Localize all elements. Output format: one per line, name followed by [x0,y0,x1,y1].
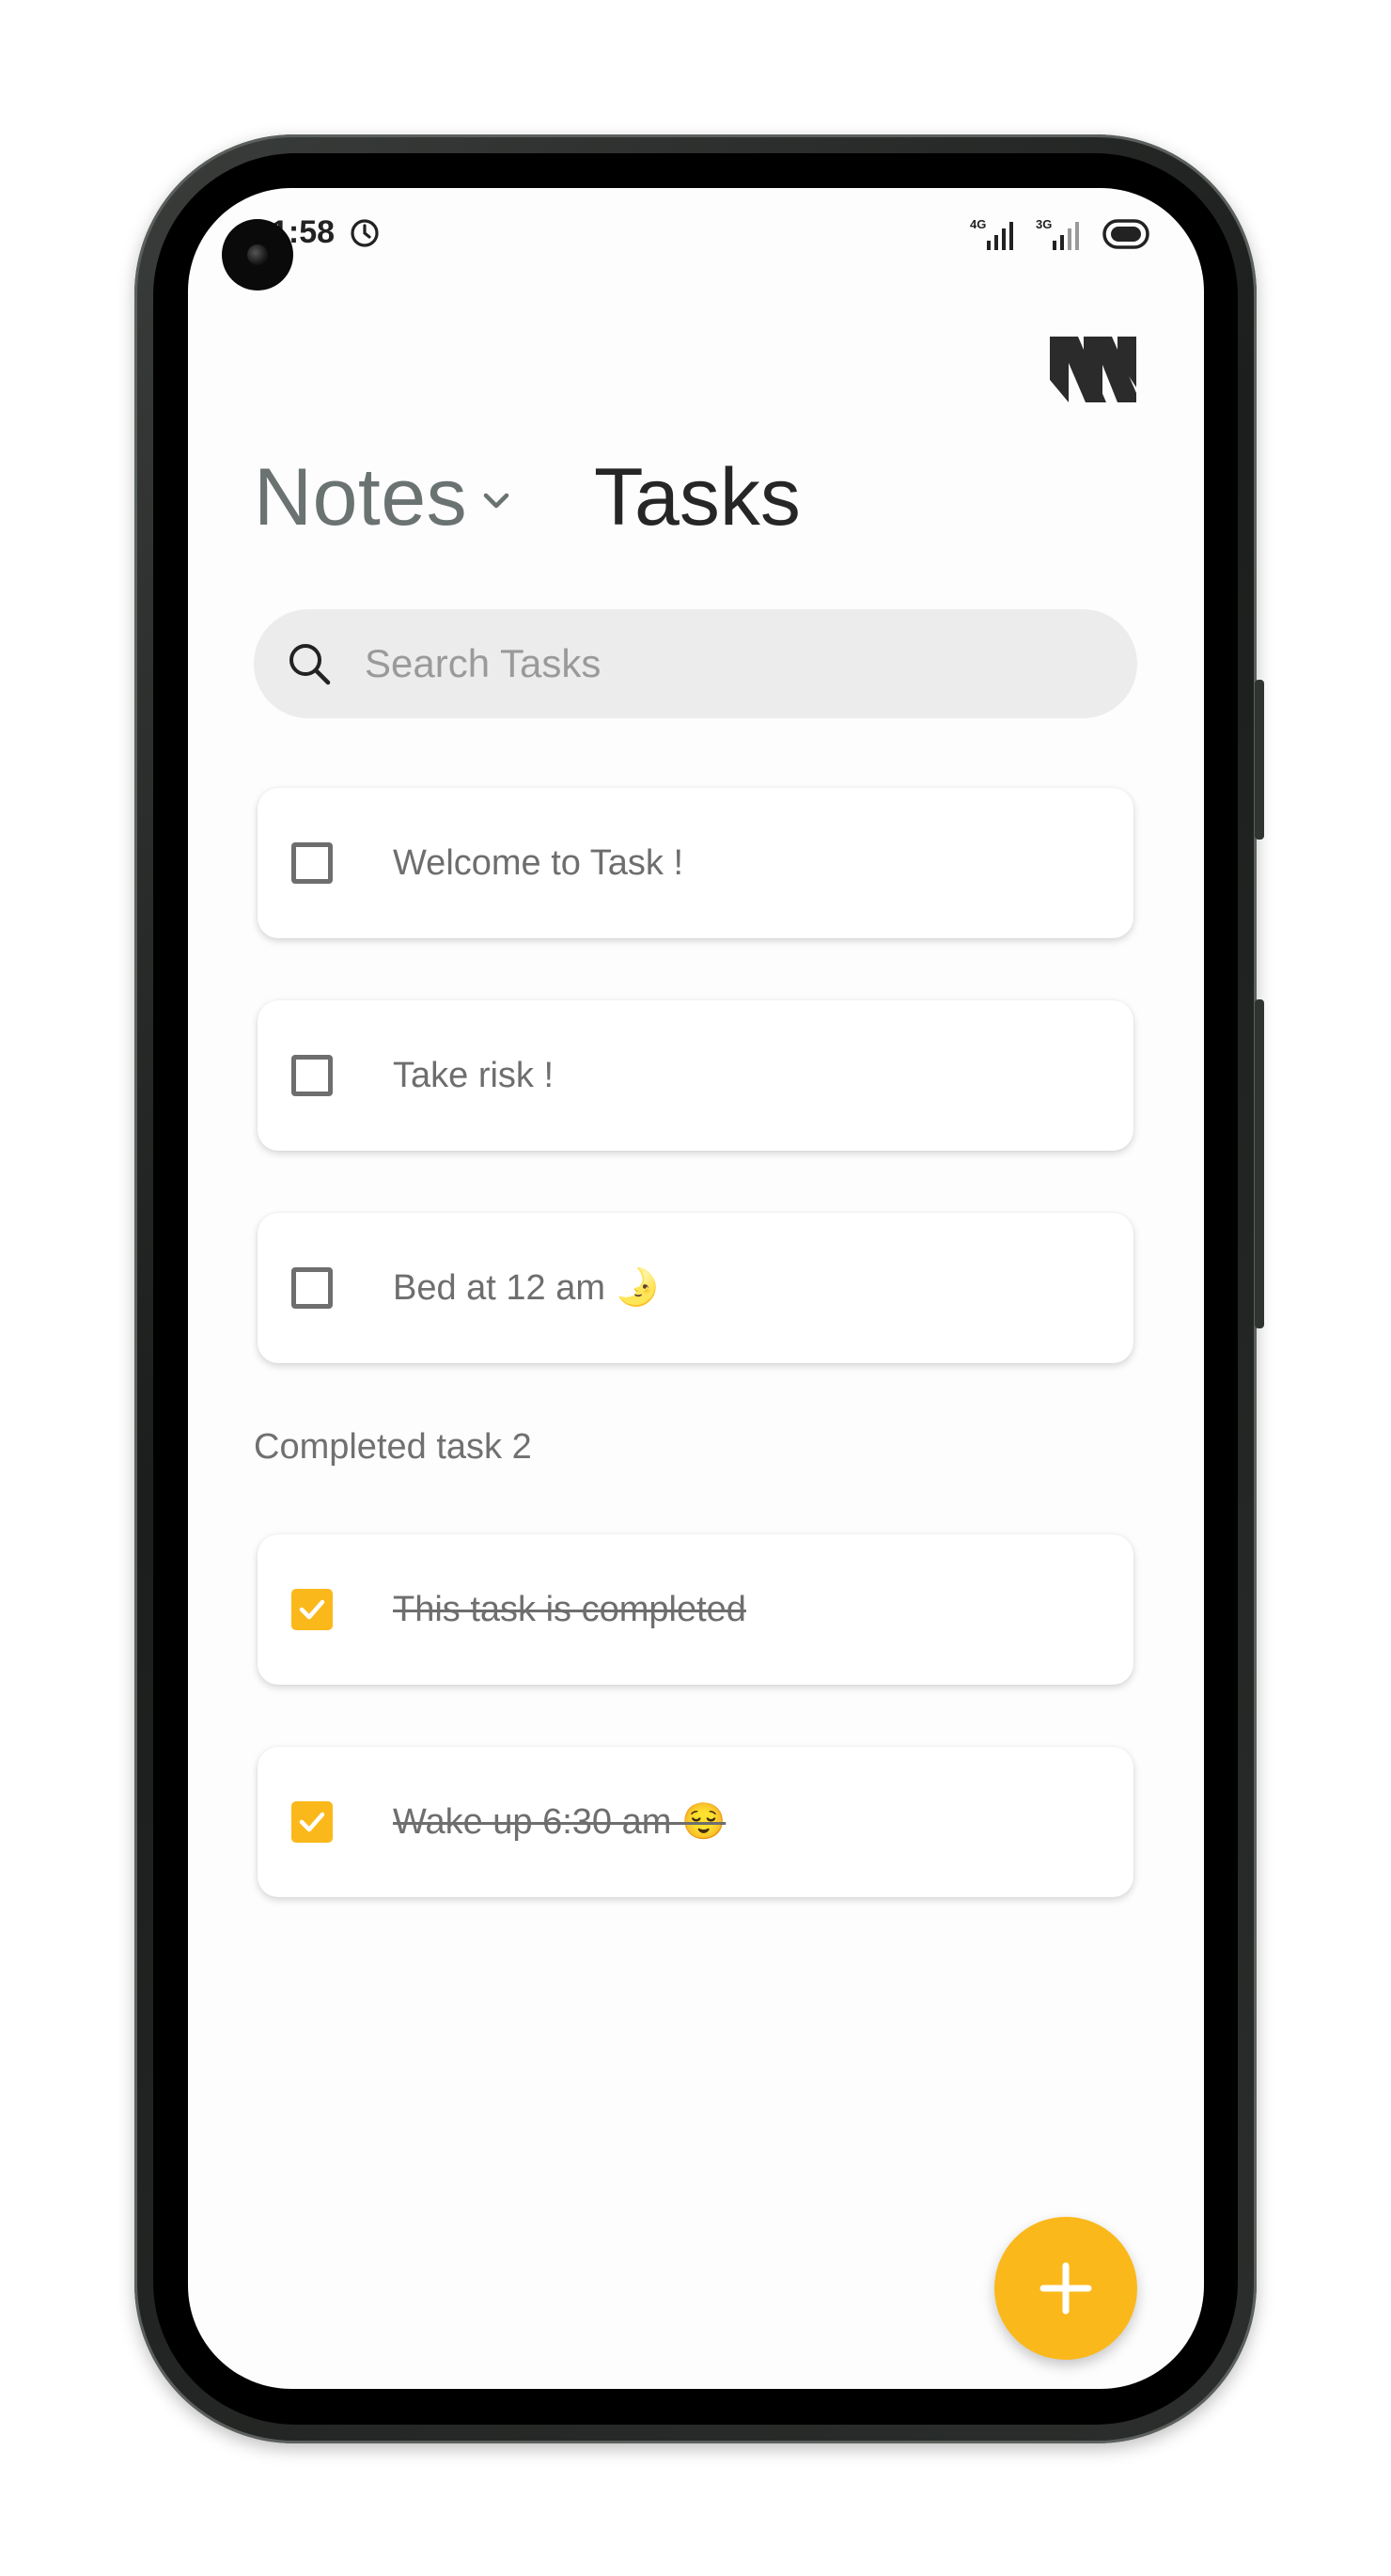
task-text: Welcome to Task ! [393,842,684,883]
task-text: Wake up 6:30 am 😌 [393,1802,727,1842]
signal-3g-icon: 3G [1036,217,1079,250]
search-icon [289,644,331,685]
tab-notes-label: Notes [254,452,468,542]
checkmark-icon [299,1812,325,1832]
phone-screen: 1:58 4G 3G Notes Tasks Search Tasks Welc… [188,188,1204,2389]
screenshot-canvas: 1:58 4G 3G Notes Tasks Search Tasks Welc… [0,0,1391,2576]
camera-lens [247,244,268,265]
search-input[interactable] [363,640,1081,687]
task-checkbox[interactable] [291,1055,333,1096]
completed-task-card[interactable]: Wake up 6:30 am 😌 [258,1747,1133,1897]
tab-notes[interactable]: Notes [254,451,512,544]
task-text: Take risk ! [393,1055,555,1095]
power-button [1255,999,1264,1328]
task-card[interactable]: Take risk ! [258,1000,1133,1151]
signal-3g-label: 3G [1036,217,1052,231]
completed-task-card[interactable]: This task is completed [258,1534,1133,1685]
task-text: This task is completed [393,1589,746,1629]
completed-section-label: Completed task 2 [254,1427,532,1467]
task-checkbox-checked[interactable] [291,1589,333,1630]
front-camera [222,219,293,291]
checkmark-icon [299,1599,325,1620]
add-task-button[interactable] [994,2217,1137,2360]
volume-button [1255,680,1264,840]
task-checkbox[interactable] [291,1267,333,1309]
chevron-down-icon [483,493,509,508]
alarm-clock-icon [351,219,379,247]
app-logo-icon [1050,337,1136,402]
task-card[interactable]: Bed at 12 am 🌛 [258,1213,1133,1363]
task-text: Bed at 12 am 🌛 [393,1268,660,1308]
search-bar[interactable] [254,609,1137,718]
task-checkbox[interactable] [291,842,333,884]
battery-icon [1102,219,1149,249]
task-checkbox-checked[interactable] [291,1801,333,1843]
task-card[interactable]: Welcome to Task ! [258,788,1133,938]
signal-4g-label: 4G [970,217,986,231]
signal-4g-icon: 4G [970,217,1013,250]
tab-tasks[interactable]: Tasks [594,451,801,544]
plus-icon [1039,2262,1092,2315]
